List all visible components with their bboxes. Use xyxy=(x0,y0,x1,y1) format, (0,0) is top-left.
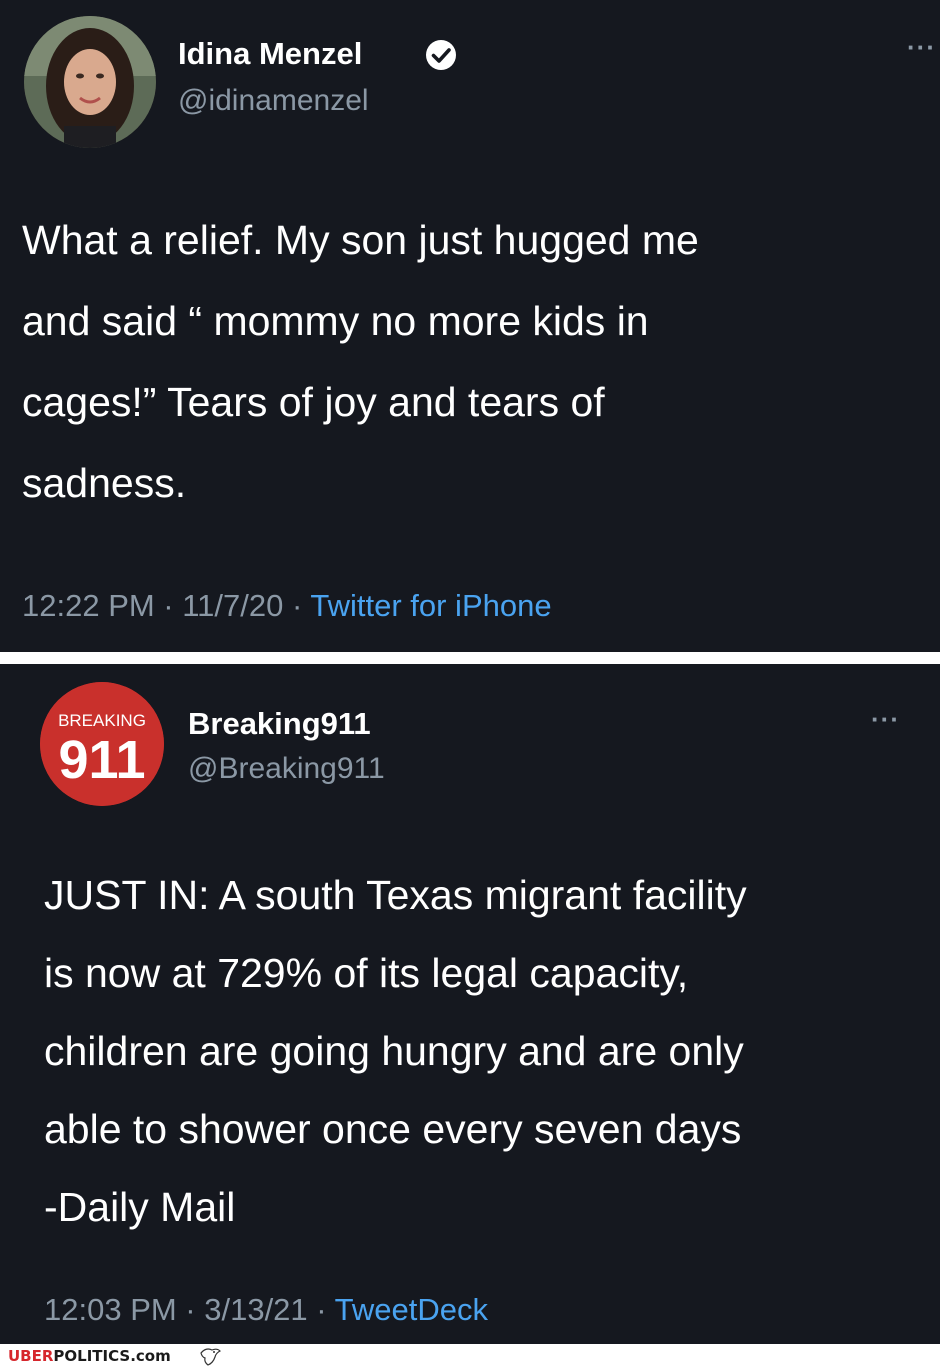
tweet-card-breaking911[interactable]: BREAKING 911 Breaking911 @Breaking911 ··… xyxy=(0,664,940,1344)
footer-watermark: UBERPOLITICS.com xyxy=(0,1344,940,1368)
tweet-meta: 12:03 PM · 3/13/21 · TweetDeck xyxy=(44,1292,488,1328)
tweet-source-link[interactable]: Twitter for iPhone xyxy=(310,588,551,623)
avatar[interactable] xyxy=(24,16,156,148)
divider xyxy=(0,652,940,664)
avatar[interactable]: BREAKING 911 xyxy=(40,682,164,806)
tweet-card-idina[interactable]: Idina Menzel @idinamenzel ··· What a rel… xyxy=(0,0,940,652)
tweet-timestamp[interactable]: 12:22 PM · 11/7/20 · xyxy=(22,588,310,623)
brand-suffix: POLITICS.com xyxy=(53,1347,171,1365)
display-name[interactable]: Idina Menzel xyxy=(178,36,362,72)
verified-badge-icon xyxy=(426,40,456,70)
more-options-icon[interactable]: ··· xyxy=(871,704,900,735)
more-options-icon[interactable]: ··· xyxy=(907,32,936,63)
tweet-meta: 12:22 PM · 11/7/20 · Twitter for iPhone xyxy=(22,588,552,624)
user-handle[interactable]: @idinamenzel xyxy=(178,84,369,118)
brand-prefix: UBER xyxy=(8,1347,54,1365)
eagle-logo-icon xyxy=(200,1348,222,1366)
tweet-timestamp[interactable]: 12:03 PM · 3/13/21 · xyxy=(44,1292,335,1327)
display-name[interactable]: Breaking911 xyxy=(188,706,371,742)
breaking911-logo: BREAKING 911 xyxy=(40,682,164,806)
tweet-text: What a relief. My son just hugged me and… xyxy=(22,217,699,506)
tweet-text: JUST IN: A south Texas migrant facility … xyxy=(44,872,747,1230)
logo-text-top: BREAKING xyxy=(58,711,146,730)
logo-text-main: 911 xyxy=(58,730,145,790)
avatar-photo xyxy=(24,16,156,148)
tweet-source-link[interactable]: TweetDeck xyxy=(335,1292,488,1327)
user-handle[interactable]: @Breaking911 xyxy=(188,752,385,786)
site-brand[interactable]: UBERPOLITICS.com xyxy=(8,1347,171,1365)
